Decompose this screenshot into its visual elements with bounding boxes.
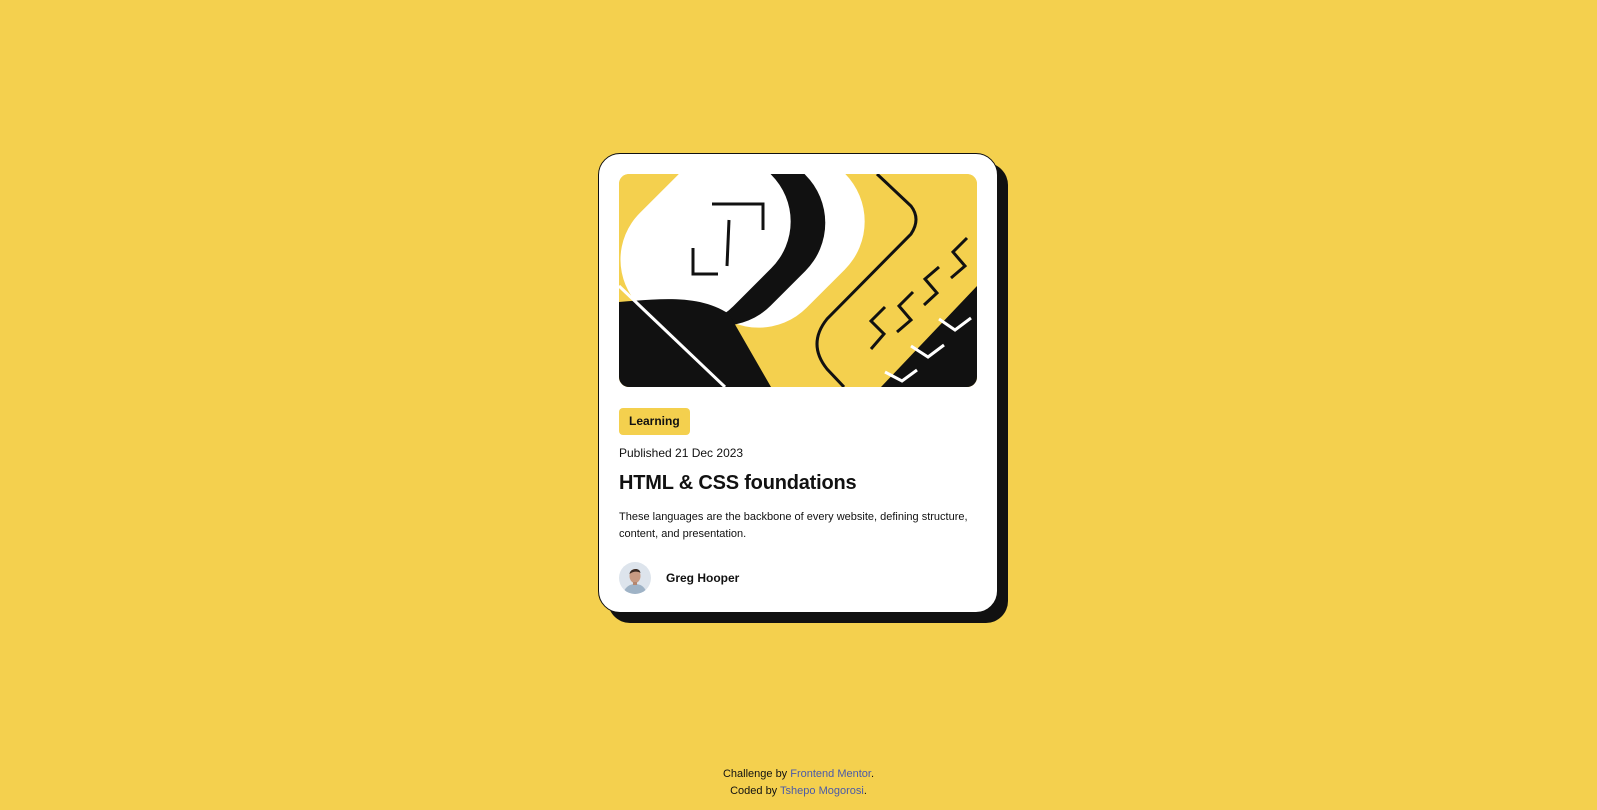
author-avatar [619,562,651,594]
blog-preview-card: Learning Published 21 Dec 2023 HTML & CS… [598,153,998,613]
attribution-challenge-line: Challenge by Frontend Mentor. [0,766,1597,783]
article-title[interactable]: HTML & CSS foundations [619,472,857,495]
attribution: Challenge by Frontend Mentor. Coded by T… [0,766,1597,800]
attribution-coded-line: Coded by Tshepo Mogorosi. [0,783,1597,800]
article-illustration [619,174,977,387]
article-description: These languages are the backbone of ever… [619,511,968,540]
attribution-coded-text: Coded by [730,785,778,797]
attribution-period: . [870,768,875,780]
author-info: Greg Hooper [619,562,739,594]
frontend-mentor-link[interactable]: Frontend Mentor [790,768,871,780]
attribution-challenge-text: Challenge by [722,768,788,780]
author-profile-link[interactable]: Tshepo Mogorosi [780,785,864,797]
attribution-period: . [863,785,867,797]
author-name: Greg Hooper [666,571,740,585]
published-date: Published 21 Dec 2023 [619,446,744,460]
category-tag: Learning [619,408,690,435]
